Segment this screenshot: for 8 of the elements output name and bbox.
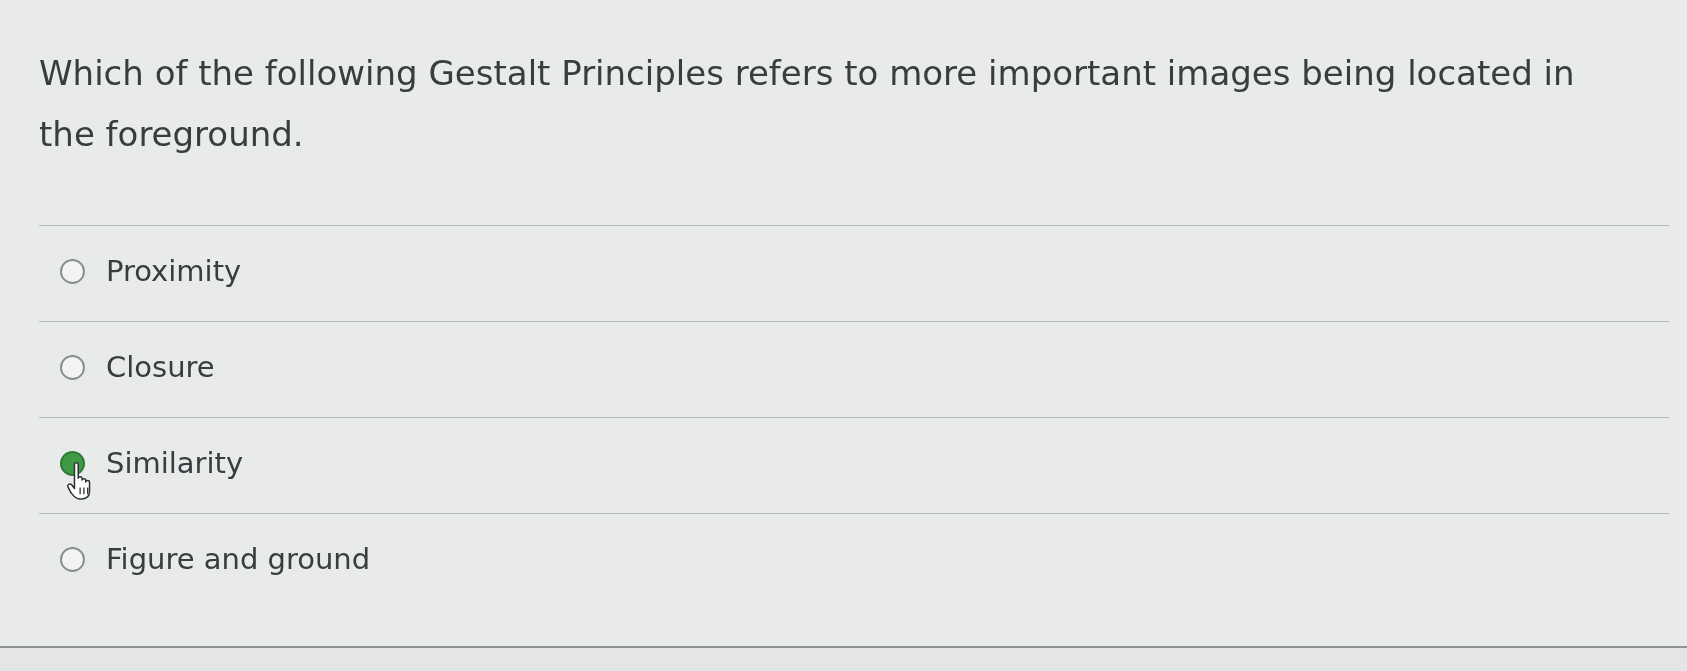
radio-button[interactable] — [60, 258, 85, 284]
option-label[interactable]: Closure — [106, 349, 215, 385]
option-label[interactable]: Figure and ground — [106, 541, 371, 577]
radio-button[interactable] — [60, 354, 85, 380]
question-text: Which of the following Gestalt Principles refers to more important images being located in the foreground. — [39, 52, 1576, 156]
option-label[interactable]: Similarity — [106, 445, 244, 481]
option-label[interactable]: Proximity — [106, 253, 242, 289]
radio-button[interactable] — [60, 546, 85, 572]
